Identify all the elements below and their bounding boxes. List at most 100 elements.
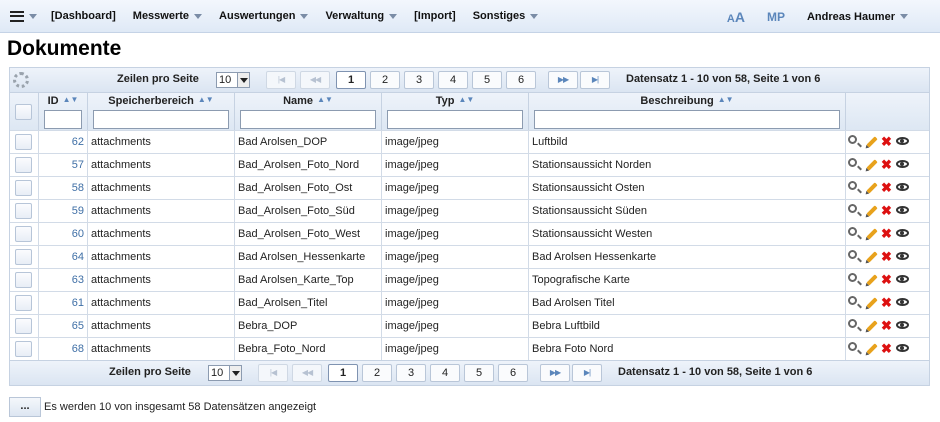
eye-icon[interactable] xyxy=(896,158,909,171)
eye-icon[interactable] xyxy=(896,135,909,148)
page-button-6[interactable]: 6 xyxy=(506,71,536,89)
mp-button[interactable]: MP xyxy=(767,10,785,24)
col-description[interactable]: Beschreibung ▲▼ xyxy=(529,93,846,131)
last-page-button[interactable]: ▶| xyxy=(580,71,610,89)
row-checkbox[interactable] xyxy=(15,341,32,357)
more-button[interactable]: ... xyxy=(9,397,41,417)
next-page-button[interactable]: ▶▶ xyxy=(540,364,570,382)
prev-page-button[interactable]: ◀◀ xyxy=(300,71,330,89)
table-row[interactable]: 60 attachments Bad_Arolsen_Foto_West image/… xyxy=(10,222,929,245)
delete-icon[interactable]: ✖ xyxy=(880,181,893,194)
menu-verwaltung[interactable]: Verwaltung xyxy=(325,10,398,22)
row-checkbox[interactable] xyxy=(15,272,32,288)
row-id[interactable]: 60 xyxy=(39,223,88,245)
search-icon[interactable] xyxy=(848,135,861,148)
table-row[interactable]: 61 attachments Bad_Arolsen_Titel image/jpeg… xyxy=(10,291,929,314)
menu-auswertungen[interactable]: Auswertungen xyxy=(219,10,309,22)
page-button-6[interactable]: 6 xyxy=(498,364,528,382)
row-id[interactable]: 62 xyxy=(39,131,88,153)
page-button-1[interactable]: 1 xyxy=(328,364,358,382)
row-checkbox[interactable] xyxy=(15,295,32,311)
row-id[interactable]: 57 xyxy=(39,154,88,176)
eye-icon[interactable] xyxy=(896,342,909,355)
row-id[interactable]: 63 xyxy=(39,269,88,291)
edit-pencil-icon[interactable] xyxy=(864,181,878,194)
edit-pencil-icon[interactable] xyxy=(864,135,878,148)
menu-import[interactable]: [Import] xyxy=(414,10,456,22)
page-button-5[interactable]: 5 xyxy=(464,364,494,382)
delete-icon[interactable]: ✖ xyxy=(880,296,893,309)
rows-per-page-select[interactable]: 10 xyxy=(208,365,242,381)
edit-pencil-icon[interactable] xyxy=(864,204,878,217)
next-page-button[interactable]: ▶▶ xyxy=(548,71,578,89)
table-row[interactable]: 65 attachments Bebra_DOP image/jpeg Bebra Lu… xyxy=(10,314,929,337)
search-icon[interactable] xyxy=(848,181,861,194)
table-row[interactable]: 68 attachments Bebra_Foto_Nord image/jpeg Be… xyxy=(10,337,929,360)
edit-pencil-icon[interactable] xyxy=(864,158,878,171)
row-checkbox[interactable] xyxy=(15,180,32,196)
filter-type-input[interactable] xyxy=(387,110,523,129)
row-id[interactable]: 59 xyxy=(39,200,88,222)
user-menu[interactable]: Andreas Haumer xyxy=(807,11,908,23)
gear-icon[interactable] xyxy=(13,72,29,88)
table-row[interactable]: 62 attachments Bad Arolsen_DOP image/jpeg Lu… xyxy=(10,130,929,153)
eye-icon[interactable] xyxy=(896,273,909,286)
search-icon[interactable] xyxy=(848,319,861,332)
eye-icon[interactable] xyxy=(896,319,909,332)
row-id[interactable]: 64 xyxy=(39,246,88,268)
col-id[interactable]: ID ▲▼ xyxy=(39,93,88,131)
row-id[interactable]: 68 xyxy=(39,338,88,360)
page-button-4[interactable]: 4 xyxy=(430,364,460,382)
page-button-3[interactable]: 3 xyxy=(396,364,426,382)
filter-storage-input[interactable] xyxy=(93,110,229,129)
font-size-button[interactable]: AA xyxy=(727,9,745,25)
delete-icon[interactable]: ✖ xyxy=(880,250,893,263)
edit-pencil-icon[interactable] xyxy=(864,250,878,263)
row-checkbox[interactable] xyxy=(15,157,32,173)
col-storage[interactable]: Speicherbereich ▲▼ xyxy=(88,93,235,131)
search-icon[interactable] xyxy=(848,204,861,217)
select-all-checkbox[interactable] xyxy=(15,104,32,120)
edit-pencil-icon[interactable] xyxy=(864,319,878,332)
delete-icon[interactable]: ✖ xyxy=(880,204,893,217)
table-row[interactable]: 64 attachments Bad Arolsen_Hessenkarte imag… xyxy=(10,245,929,268)
search-icon[interactable] xyxy=(848,273,861,286)
menu-sonstiges[interactable]: Sonstiges xyxy=(473,10,539,22)
search-icon[interactable] xyxy=(848,250,861,263)
col-name[interactable]: Name ▲▼ xyxy=(235,93,382,131)
filter-id-input[interactable] xyxy=(44,110,82,129)
main-menu-button[interactable] xyxy=(10,10,37,22)
filter-description-input[interactable] xyxy=(534,110,840,129)
row-checkbox[interactable] xyxy=(15,203,32,219)
search-icon[interactable] xyxy=(848,227,861,240)
table-row[interactable]: 58 attachments Bad_Arolsen_Foto_Ost image/j… xyxy=(10,176,929,199)
delete-icon[interactable]: ✖ xyxy=(880,135,893,148)
eye-icon[interactable] xyxy=(896,296,909,309)
page-button-5[interactable]: 5 xyxy=(472,71,502,89)
eye-icon[interactable] xyxy=(896,250,909,263)
filter-name-input[interactable] xyxy=(240,110,376,129)
prev-page-button[interactable]: ◀◀ xyxy=(292,364,322,382)
eye-icon[interactable] xyxy=(896,204,909,217)
page-button-1[interactable]: 1 xyxy=(336,71,366,89)
row-checkbox[interactable] xyxy=(15,249,32,265)
row-id[interactable]: 65 xyxy=(39,315,88,337)
page-button-2[interactable]: 2 xyxy=(370,71,400,89)
eye-icon[interactable] xyxy=(896,181,909,194)
edit-pencil-icon[interactable] xyxy=(864,227,878,240)
first-page-button[interactable]: |◀ xyxy=(258,364,288,382)
delete-icon[interactable]: ✖ xyxy=(880,319,893,332)
search-icon[interactable] xyxy=(848,296,861,309)
page-button-3[interactable]: 3 xyxy=(404,71,434,89)
edit-pencil-icon[interactable] xyxy=(864,342,878,355)
table-row[interactable]: 57 attachments Bad_Arolsen_Foto_Nord image/… xyxy=(10,153,929,176)
first-page-button[interactable]: |◀ xyxy=(266,71,296,89)
page-button-4[interactable]: 4 xyxy=(438,71,468,89)
rows-per-page-select[interactable]: 10 xyxy=(216,72,250,88)
delete-icon[interactable]: ✖ xyxy=(880,342,893,355)
table-row[interactable]: 59 attachments Bad_Arolsen_Foto_Süd image/j… xyxy=(10,199,929,222)
menu-dashboard[interactable]: [Dashboard] xyxy=(51,10,116,22)
last-page-button[interactable]: ▶| xyxy=(572,364,602,382)
eye-icon[interactable] xyxy=(896,227,909,240)
delete-icon[interactable]: ✖ xyxy=(880,273,893,286)
